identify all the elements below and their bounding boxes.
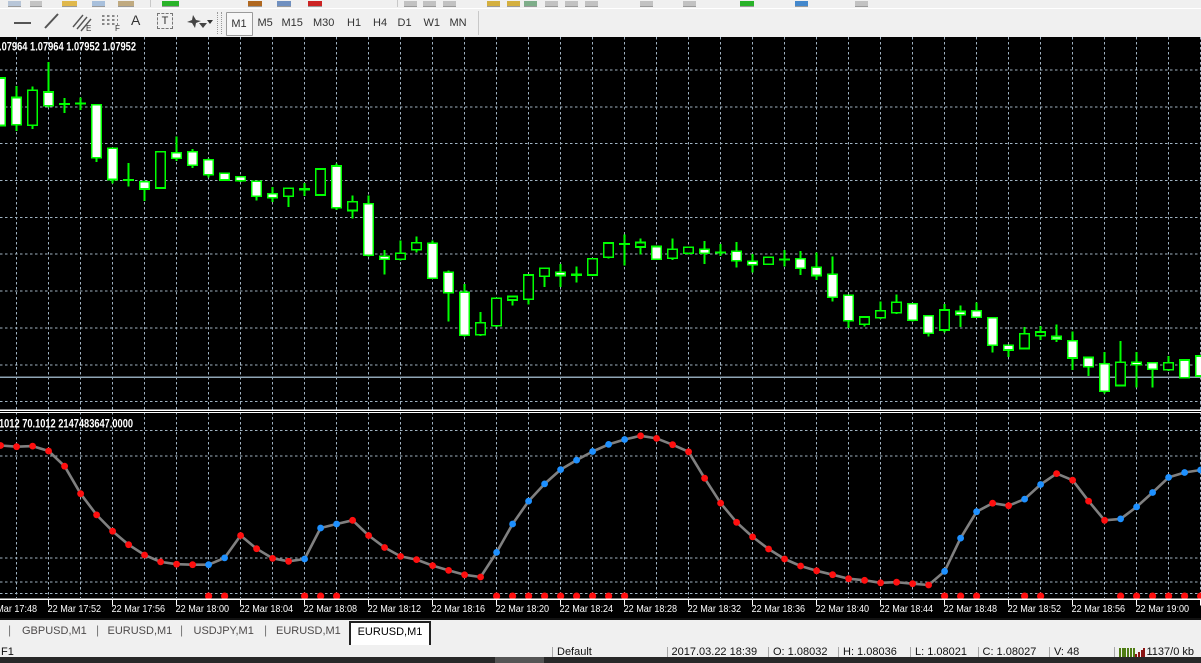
svg-text:22 Mar 18:48: 22 Mar 18:48 [944,604,998,615]
svg-text:E: E [86,24,91,33]
svg-text:22 Mar 18:12: 22 Mar 18:12 [368,604,422,615]
svg-text:22 Mar 17:52: 22 Mar 17:52 [48,604,102,615]
svg-text:22 Mar 18:44: 22 Mar 18:44 [880,604,934,615]
svg-text:22 Mar 18:28: 22 Mar 18:28 [624,604,678,615]
svg-text:22 Mar 18:40: 22 Mar 18:40 [816,604,870,615]
svg-text:22 Mar 18:24: 22 Mar 18:24 [560,604,614,615]
svg-text:F: F [115,24,120,33]
svg-text:22 Mar 17:56: 22 Mar 17:56 [112,604,166,615]
svg-text:22 Mar 18:00: 22 Mar 18:00 [176,604,230,615]
svg-text:22 Mar 17:48: 22 Mar 17:48 [0,604,37,615]
svg-text:22 Mar 18:20: 22 Mar 18:20 [496,604,550,615]
svg-text:22 Mar 18:08: 22 Mar 18:08 [304,604,358,615]
svg-text:22 Mar 18:36: 22 Mar 18:36 [752,604,806,615]
svg-text:22 Mar 18:56: 22 Mar 18:56 [1072,604,1126,615]
svg-text:1012 70.1012 2147483647.0000: 1012 70.1012 2147483647.0000 [0,419,133,431]
svg-text:22 Mar 18:04: 22 Mar 18:04 [240,604,294,615]
svg-text:22 Mar 18:16: 22 Mar 18:16 [432,604,486,615]
svg-text:22 Mar 18:52: 22 Mar 18:52 [1008,604,1062,615]
svg-text:.07964 1.07964 1.07952 1.07952: .07964 1.07964 1.07952 1.07952 [0,42,136,54]
svg-text:22 Mar 18:32: 22 Mar 18:32 [688,604,742,615]
svg-text:22 Mar 19:00: 22 Mar 19:00 [1136,604,1190,615]
